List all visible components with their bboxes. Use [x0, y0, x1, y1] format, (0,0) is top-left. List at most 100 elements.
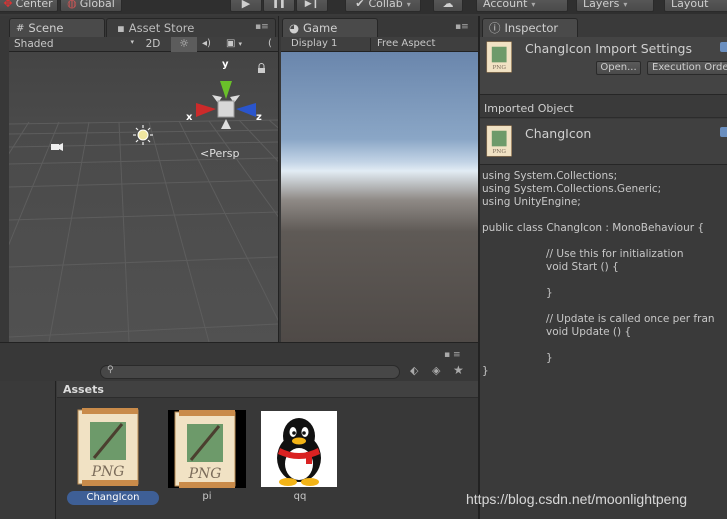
code-line: using UnityEngine; [482, 196, 581, 208]
open-button[interactable]: Open... [596, 61, 641, 75]
penguin-icon [277, 418, 321, 486]
tab-scene[interactable]: # Scene [9, 18, 105, 37]
asset-label-changicon: ChangIcon [67, 491, 159, 505]
code-line: } [482, 365, 489, 377]
asset-label-pi: pi [202, 491, 212, 502]
grid-icon: # [16, 22, 25, 34]
execution-order-button[interactable]: Execution Orde [647, 61, 727, 75]
pivot-global-button[interactable]: ◍ Global [60, 0, 122, 12]
script-code-view: using System.Collections; using System.C… [482, 170, 727, 390]
scene-viewport[interactable] [9, 52, 278, 342]
svg-text:PNG: PNG [492, 65, 506, 71]
gizmo-y-label: y [222, 59, 229, 70]
pause-icon: ❚❚ [272, 0, 286, 8]
svg-text:PNG: PNG [91, 464, 125, 480]
check-icon: ✔ [355, 0, 365, 10]
search-icon: ⚲ [107, 365, 114, 375]
tab-inspector[interactable]: ⓘ Inspector [482, 18, 578, 37]
aspect-dropdown[interactable]: Free Aspect [370, 38, 478, 51]
info-icon: ⓘ [489, 21, 501, 35]
cloud-icon: ☁ [442, 0, 454, 10]
gizmos-dropdown[interactable]: ( [268, 38, 278, 51]
inspector-settings-icon[interactable] [720, 42, 727, 52]
project-tree[interactable] [0, 381, 56, 519]
code-line: void Start () { [546, 261, 619, 273]
imported-object-icon: PNG [486, 125, 512, 157]
audio-toggle[interactable]: ◂) [202, 38, 222, 51]
star-icon: ★ [453, 363, 464, 377]
globe-icon: ◍ [67, 0, 77, 10]
project-lock-icon[interactable]: ▪ ≡ [444, 350, 461, 360]
favorite-button[interactable]: ★ [453, 363, 464, 377]
asset-item-changicon[interactable]: PNG ChangIcon [66, 406, 160, 506]
persp-label[interactable]: <Persp [200, 147, 239, 160]
step-button[interactable]: ▶❙ [296, 0, 328, 12]
code-line: // Use this for initialization [546, 248, 684, 260]
layers-dropdown[interactable]: Layers [576, 0, 654, 12]
image-icon: ▣ [226, 38, 236, 49]
asset-label-qq: qq [293, 491, 307, 502]
effects-dropdown[interactable]: ▣ ▾ [226, 38, 256, 51]
imported-object-row [480, 119, 727, 165]
tab-game[interactable]: ◕ Game [282, 18, 378, 37]
collab-button[interactable]: ✔ Collab [345, 0, 421, 12]
code-line: public class ChangIcon : MonoBehaviour { [482, 222, 705, 234]
watermark: https://blog.csdn.net/moonlightpeng [466, 491, 688, 507]
chevron-left-icon: < [200, 147, 210, 160]
layout-dropdown[interactable]: Layout [664, 0, 727, 12]
imported-object-name: ChangIcon [525, 126, 592, 141]
tag-icon: ◈ [432, 364, 441, 377]
speaker-icon: ◂) [202, 38, 211, 49]
sun-icon: ☼ [179, 37, 189, 50]
png-file-icon: PNG [174, 410, 236, 488]
directional-light-icon[interactable] [133, 125, 153, 145]
lighting-toggle[interactable]: ☼ [171, 37, 197, 52]
panel-menu-icon[interactable]: ▪≡ [255, 22, 269, 32]
code-line: void Update () { [546, 326, 632, 338]
store-icon: ▪ [117, 21, 125, 35]
project-search-input[interactable]: ⚲ [100, 365, 400, 379]
game-panel-menu-icon[interactable]: ▪≡ [455, 22, 469, 32]
imported-object-header: Imported Object [480, 100, 727, 118]
asset-item-qq[interactable]: qq [258, 406, 342, 506]
game-icon: ◕ [289, 21, 300, 35]
mode-2d-toggle[interactable]: 2D [140, 38, 166, 51]
play-button[interactable]: ▶ [230, 0, 262, 12]
play-icon: ▶ [241, 0, 251, 10]
shapes-icon: ⬖ [410, 364, 419, 377]
pause-button[interactable]: ❚❚ [263, 0, 295, 12]
gizmo-z-label: z [256, 112, 262, 123]
assets-header-bar: Assets [57, 381, 478, 398]
account-dropdown[interactable]: Account [476, 0, 568, 12]
camera-icon[interactable] [51, 143, 63, 151]
svg-text:PNG: PNG [492, 149, 506, 155]
gizmo-x-label: x [186, 112, 193, 123]
inspector-title: ChangIcon Import Settings [525, 41, 692, 56]
display-dropdown[interactable]: Display 1 [291, 38, 367, 51]
code-line: using System.Collections.Generic; [482, 183, 662, 195]
assets-header: Assets [63, 383, 104, 396]
cloud-button[interactable]: ☁ [433, 0, 463, 12]
filter-label-button[interactable]: ◈ [432, 364, 440, 377]
script-asset-icon: PNG [486, 41, 512, 73]
asset-item-pi[interactable]: PNG pi [165, 406, 249, 506]
chevron-down-icon: ▾ [130, 38, 134, 46]
pivot-center-button[interactable]: ✥ Center [0, 0, 58, 12]
step-icon: ▶❙ [304, 0, 320, 9]
code-line: // Update is called once per fran [546, 313, 715, 325]
imported-object-settings-icon[interactable] [720, 127, 727, 137]
game-viewport [281, 52, 478, 342]
filter-type-button[interactable]: ⬖ [410, 364, 418, 377]
pivot-icon: ✥ [3, 0, 13, 10]
shading-mode-dropdown[interactable]: Shaded ▾ [14, 38, 134, 51]
png-file-icon: PNG [77, 408, 139, 486]
svg-text:PNG: PNG [188, 466, 222, 482]
code-line: } [546, 287, 553, 299]
tab-asset-store[interactable]: ▪ Asset Store [106, 18, 276, 37]
code-line: } [546, 352, 553, 364]
